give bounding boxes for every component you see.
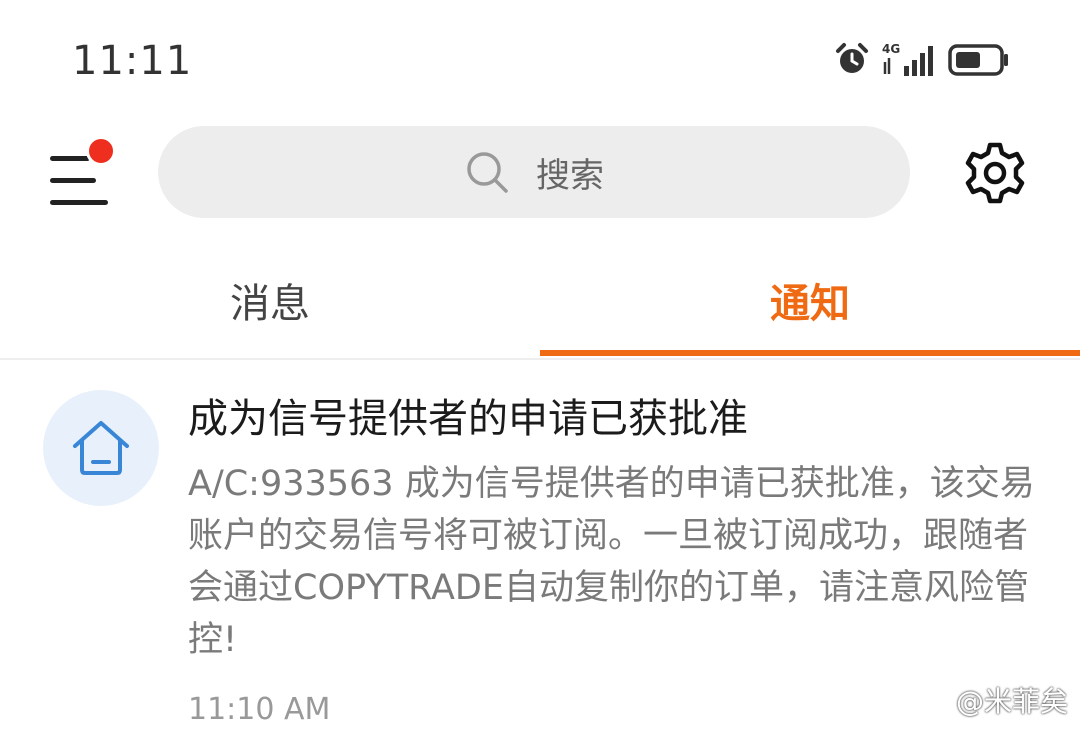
settings-button[interactable]: [962, 140, 1028, 206]
tab-notifications[interactable]: 通知: [540, 250, 1080, 350]
watermark: @米菲矣: [955, 685, 1068, 718]
active-tab-indicator: [540, 350, 1080, 356]
tabs-divider: [0, 358, 1080, 360]
search-placeholder: 搜索: [536, 155, 604, 196]
tab-messages[interactable]: 消息: [0, 250, 540, 350]
battery-icon: [948, 44, 1008, 76]
unread-badge: [86, 136, 116, 166]
notification-title: 成为信号提供者的申请已获批准: [188, 396, 748, 442]
search-icon: [467, 152, 508, 193]
search-input[interactable]: 搜索: [158, 126, 910, 218]
gear-icon: [965, 142, 1025, 204]
home-icon: [73, 421, 129, 475]
status-icons: 4G: [834, 40, 1010, 80]
status-time: 11:11: [72, 38, 193, 84]
status-bar: 11:11 4G: [0, 0, 1080, 110]
toolbar: 搜索: [0, 122, 1080, 222]
alarm-icon: [836, 43, 868, 73]
signal-icon: 4G: [882, 42, 936, 78]
notification-item[interactable]: 成为信号提供者的申请已获批准 A/C:933563 成为信号提供者的申请已获批准…: [0, 386, 1080, 744]
notification-body: A/C:933563 成为信号提供者的申请已获批准，该交易账户的交易信号将可被订…: [188, 464, 1035, 660]
menu-button[interactable]: [44, 134, 120, 210]
notification-avatar: [43, 390, 159, 506]
notification-time: 11:10 AM: [188, 692, 331, 727]
tab-bar: 消息 通知: [0, 250, 1080, 360]
